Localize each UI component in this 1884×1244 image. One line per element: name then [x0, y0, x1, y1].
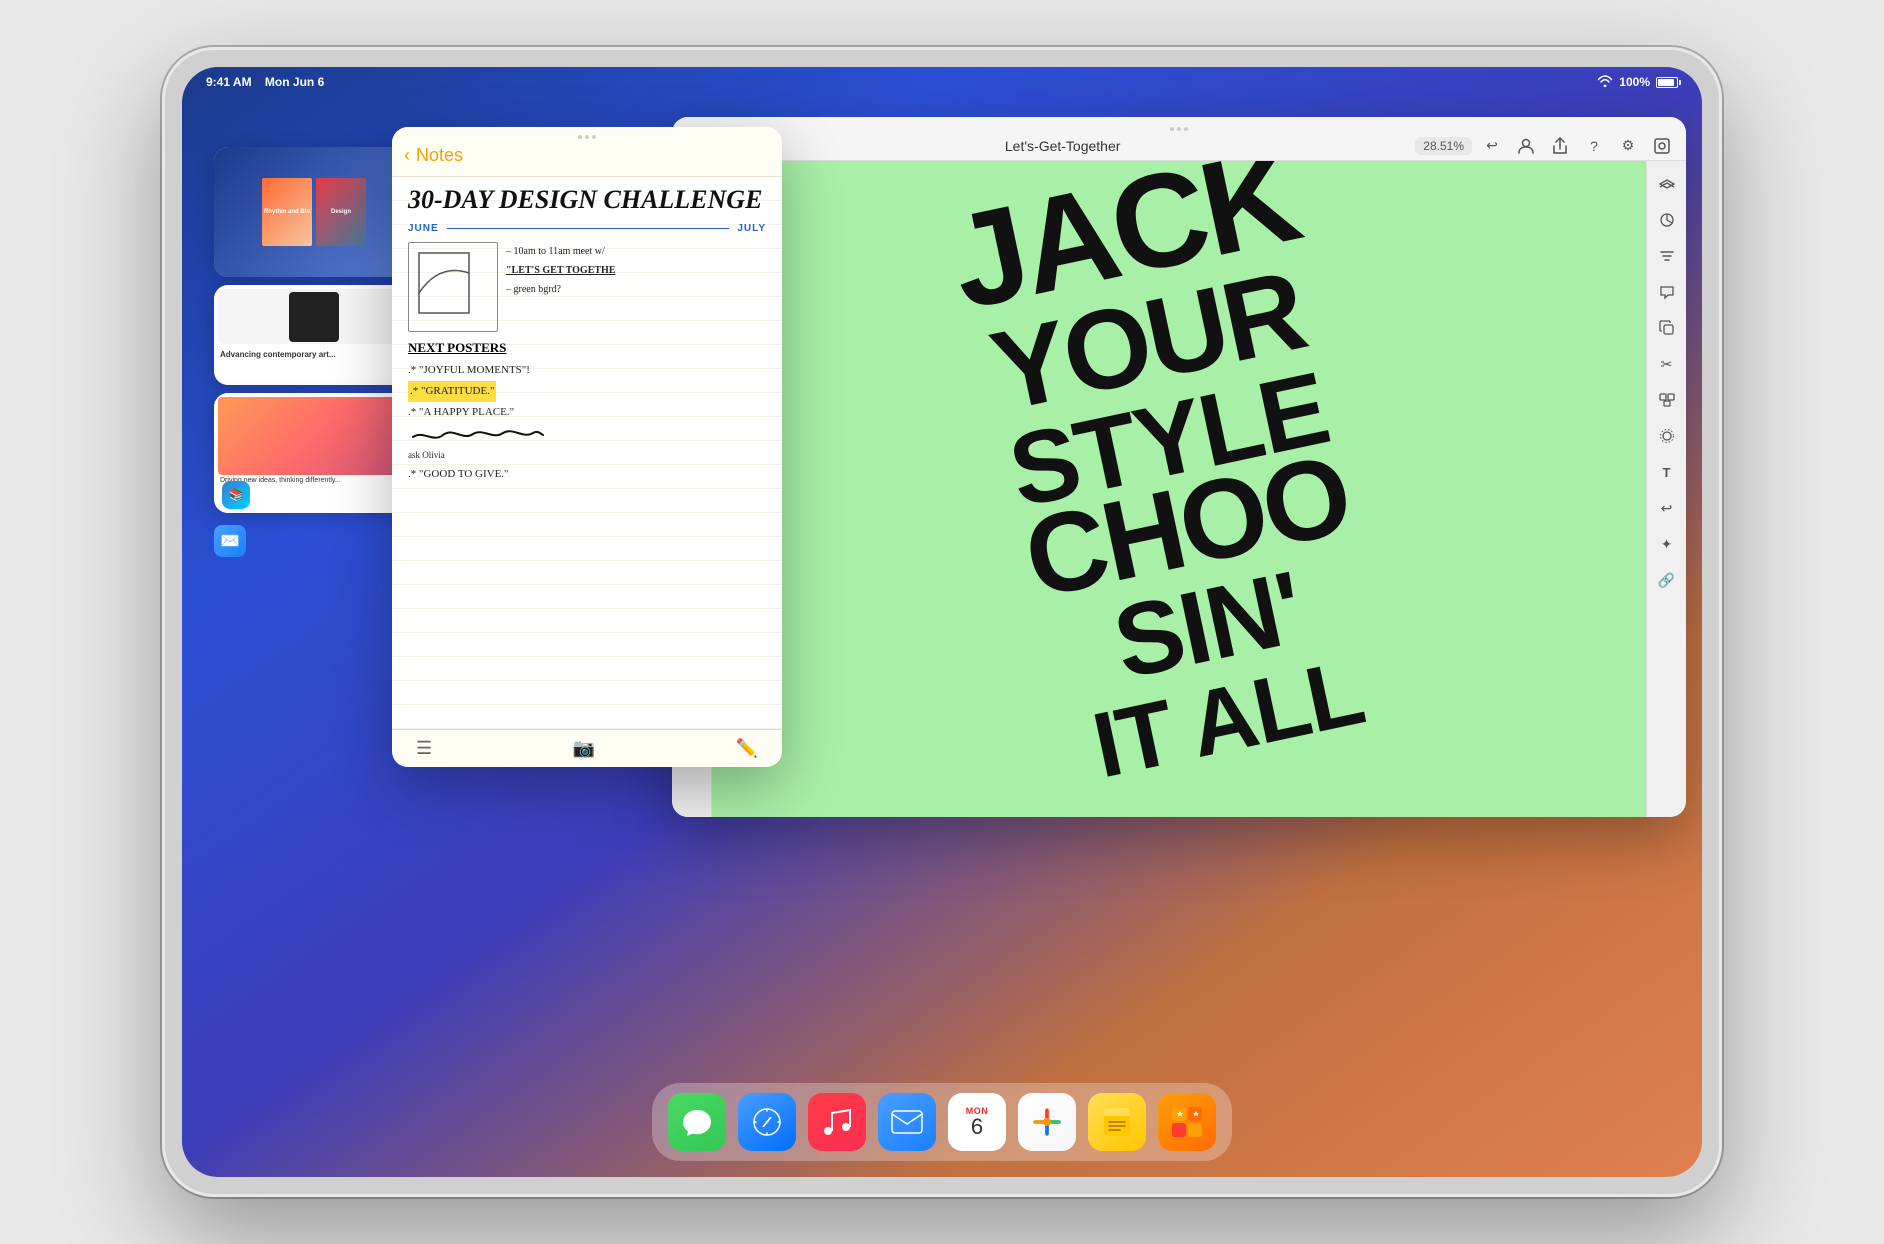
- checklist-icon[interactable]: ☰: [416, 738, 432, 759]
- procreate-window: ‹ Let's-Get-Together 28.51% ↩: [672, 117, 1686, 817]
- procreate-tools-right: ✂ T ↩: [1646, 161, 1686, 817]
- pen-icon[interactable]: ✏️: [736, 738, 758, 759]
- dock-app-calendar[interactable]: MON 6: [948, 1093, 1006, 1151]
- timeline-end: JULY: [737, 223, 766, 234]
- undo-right-icon[interactable]: ↩: [1652, 493, 1682, 523]
- switcher-card-books[interactable]: Rhythm and Blu Design 📚: [214, 147, 414, 277]
- camera-icon[interactable]: 📷: [573, 738, 595, 759]
- switcher-card-2[interactable]: Advancing contemporary art...: [214, 285, 414, 385]
- note-section-title: NEXT POSTERS: [408, 340, 766, 356]
- canvas-art: JACK YOUR STYLE CHOO SIN' IT ALL: [712, 161, 1646, 817]
- procreate-titlebar: ‹ Let's-Get-Together 28.51% ↩: [672, 117, 1686, 161]
- layers-icon[interactable]: [1652, 169, 1682, 199]
- group-icon[interactable]: [1652, 385, 1682, 415]
- notes-three-dots: [404, 135, 770, 139]
- status-bar: 9:41 AM Mon Jun 6 100%: [182, 67, 1702, 97]
- procreate-title: Let's-Get-Together: [1005, 138, 1121, 154]
- mail-sidebar-icon[interactable]: ✉️: [214, 525, 246, 557]
- notes-titlebar: ‹ Notes: [392, 127, 782, 176]
- app-switcher: Rhythm and Blu Design 📚: [214, 147, 414, 557]
- procreate-percentage: 28.51%: [1415, 137, 1472, 155]
- dock-app-messages[interactable]: [668, 1093, 726, 1151]
- notes-content: 30-DAY DESIGN CHALLENGE JUNE JULY: [392, 176, 782, 729]
- calendar-day: 6: [971, 1116, 983, 1138]
- procreate-toolbar-icons: ↩ ? ⚙: [1480, 134, 1674, 158]
- dock: MON 6: [652, 1083, 1232, 1161]
- back-arrow-icon[interactable]: ‹: [404, 145, 410, 166]
- text-right-tool[interactable]: T: [1652, 457, 1682, 487]
- dock-app-notes[interactable]: [1088, 1093, 1146, 1151]
- procreate-body: ▶: [672, 161, 1686, 817]
- scissors-icon[interactable]: ✂: [1652, 349, 1682, 379]
- note-title: 30-DAY DESIGN CHALLENGE: [408, 185, 766, 215]
- timeline-start: JUNE: [408, 223, 439, 234]
- note-timeline: JUNE JULY: [408, 223, 766, 234]
- status-indicators: 100%: [1597, 75, 1678, 90]
- ipad-screen: 9:41 AM Mon Jun 6 100%: [182, 67, 1702, 1177]
- procreate-three-dots: [1170, 127, 1188, 131]
- filters-icon[interactable]: [1652, 241, 1682, 271]
- note-poster-lines: .* "JOYFUL MOMENTS"! .* "GRATITUDE." .* …: [408, 360, 766, 485]
- battery-percent: 100%: [1619, 75, 1650, 89]
- status-date: Mon Jun 6: [265, 75, 324, 89]
- note-sketch: [408, 242, 498, 332]
- link-icon[interactable]: 🔗: [1652, 565, 1682, 595]
- focus-icon[interactable]: [1652, 421, 1682, 451]
- notes-window: ‹ Notes 30-DAY DESIGN CHALLENGE JUNE JUL…: [392, 127, 782, 767]
- undo-icon[interactable]: ↩: [1480, 134, 1504, 158]
- wifi-icon: [1597, 75, 1613, 90]
- ipad-frame: 9:41 AM Mon Jun 6 100%: [162, 47, 1722, 1197]
- dock-app-safari[interactable]: [738, 1093, 796, 1151]
- dock-app-superstar[interactable]: [1158, 1093, 1216, 1151]
- share-icon[interactable]: [1548, 134, 1572, 158]
- note-bullet-lines: – 10am to 11am meet w/ "LET'S GET TOGETH…: [506, 242, 616, 332]
- profile-icon[interactable]: [1514, 134, 1538, 158]
- comments-icon[interactable]: [1652, 277, 1682, 307]
- help-icon[interactable]: ?: [1582, 134, 1606, 158]
- adjustments-icon[interactable]: [1652, 205, 1682, 235]
- reference-icon[interactable]: [1650, 134, 1674, 158]
- card2-text: Advancing contemporary art...: [220, 350, 408, 359]
- notes-nav: ‹ Notes: [404, 143, 770, 172]
- duplicate-icon[interactable]: [1652, 313, 1682, 343]
- dock-app-photos[interactable]: [1018, 1093, 1076, 1151]
- dock-app-music[interactable]: [808, 1093, 866, 1151]
- battery-icon: [1656, 77, 1678, 88]
- settings-icon[interactable]: ⚙: [1616, 134, 1640, 158]
- status-time: 9:41 AM: [206, 75, 252, 89]
- status-time-date: 9:41 AM Mon Jun 6: [206, 75, 324, 89]
- notes-toolbar: ☰ 📷 ✏️: [392, 729, 782, 767]
- dock-app-mail[interactable]: [878, 1093, 936, 1151]
- procreate-canvas: JACK YOUR STYLE CHOO SIN' IT ALL: [712, 161, 1646, 817]
- notes-back-label[interactable]: Notes: [416, 145, 463, 166]
- magic-icon[interactable]: ✦: [1652, 529, 1682, 559]
